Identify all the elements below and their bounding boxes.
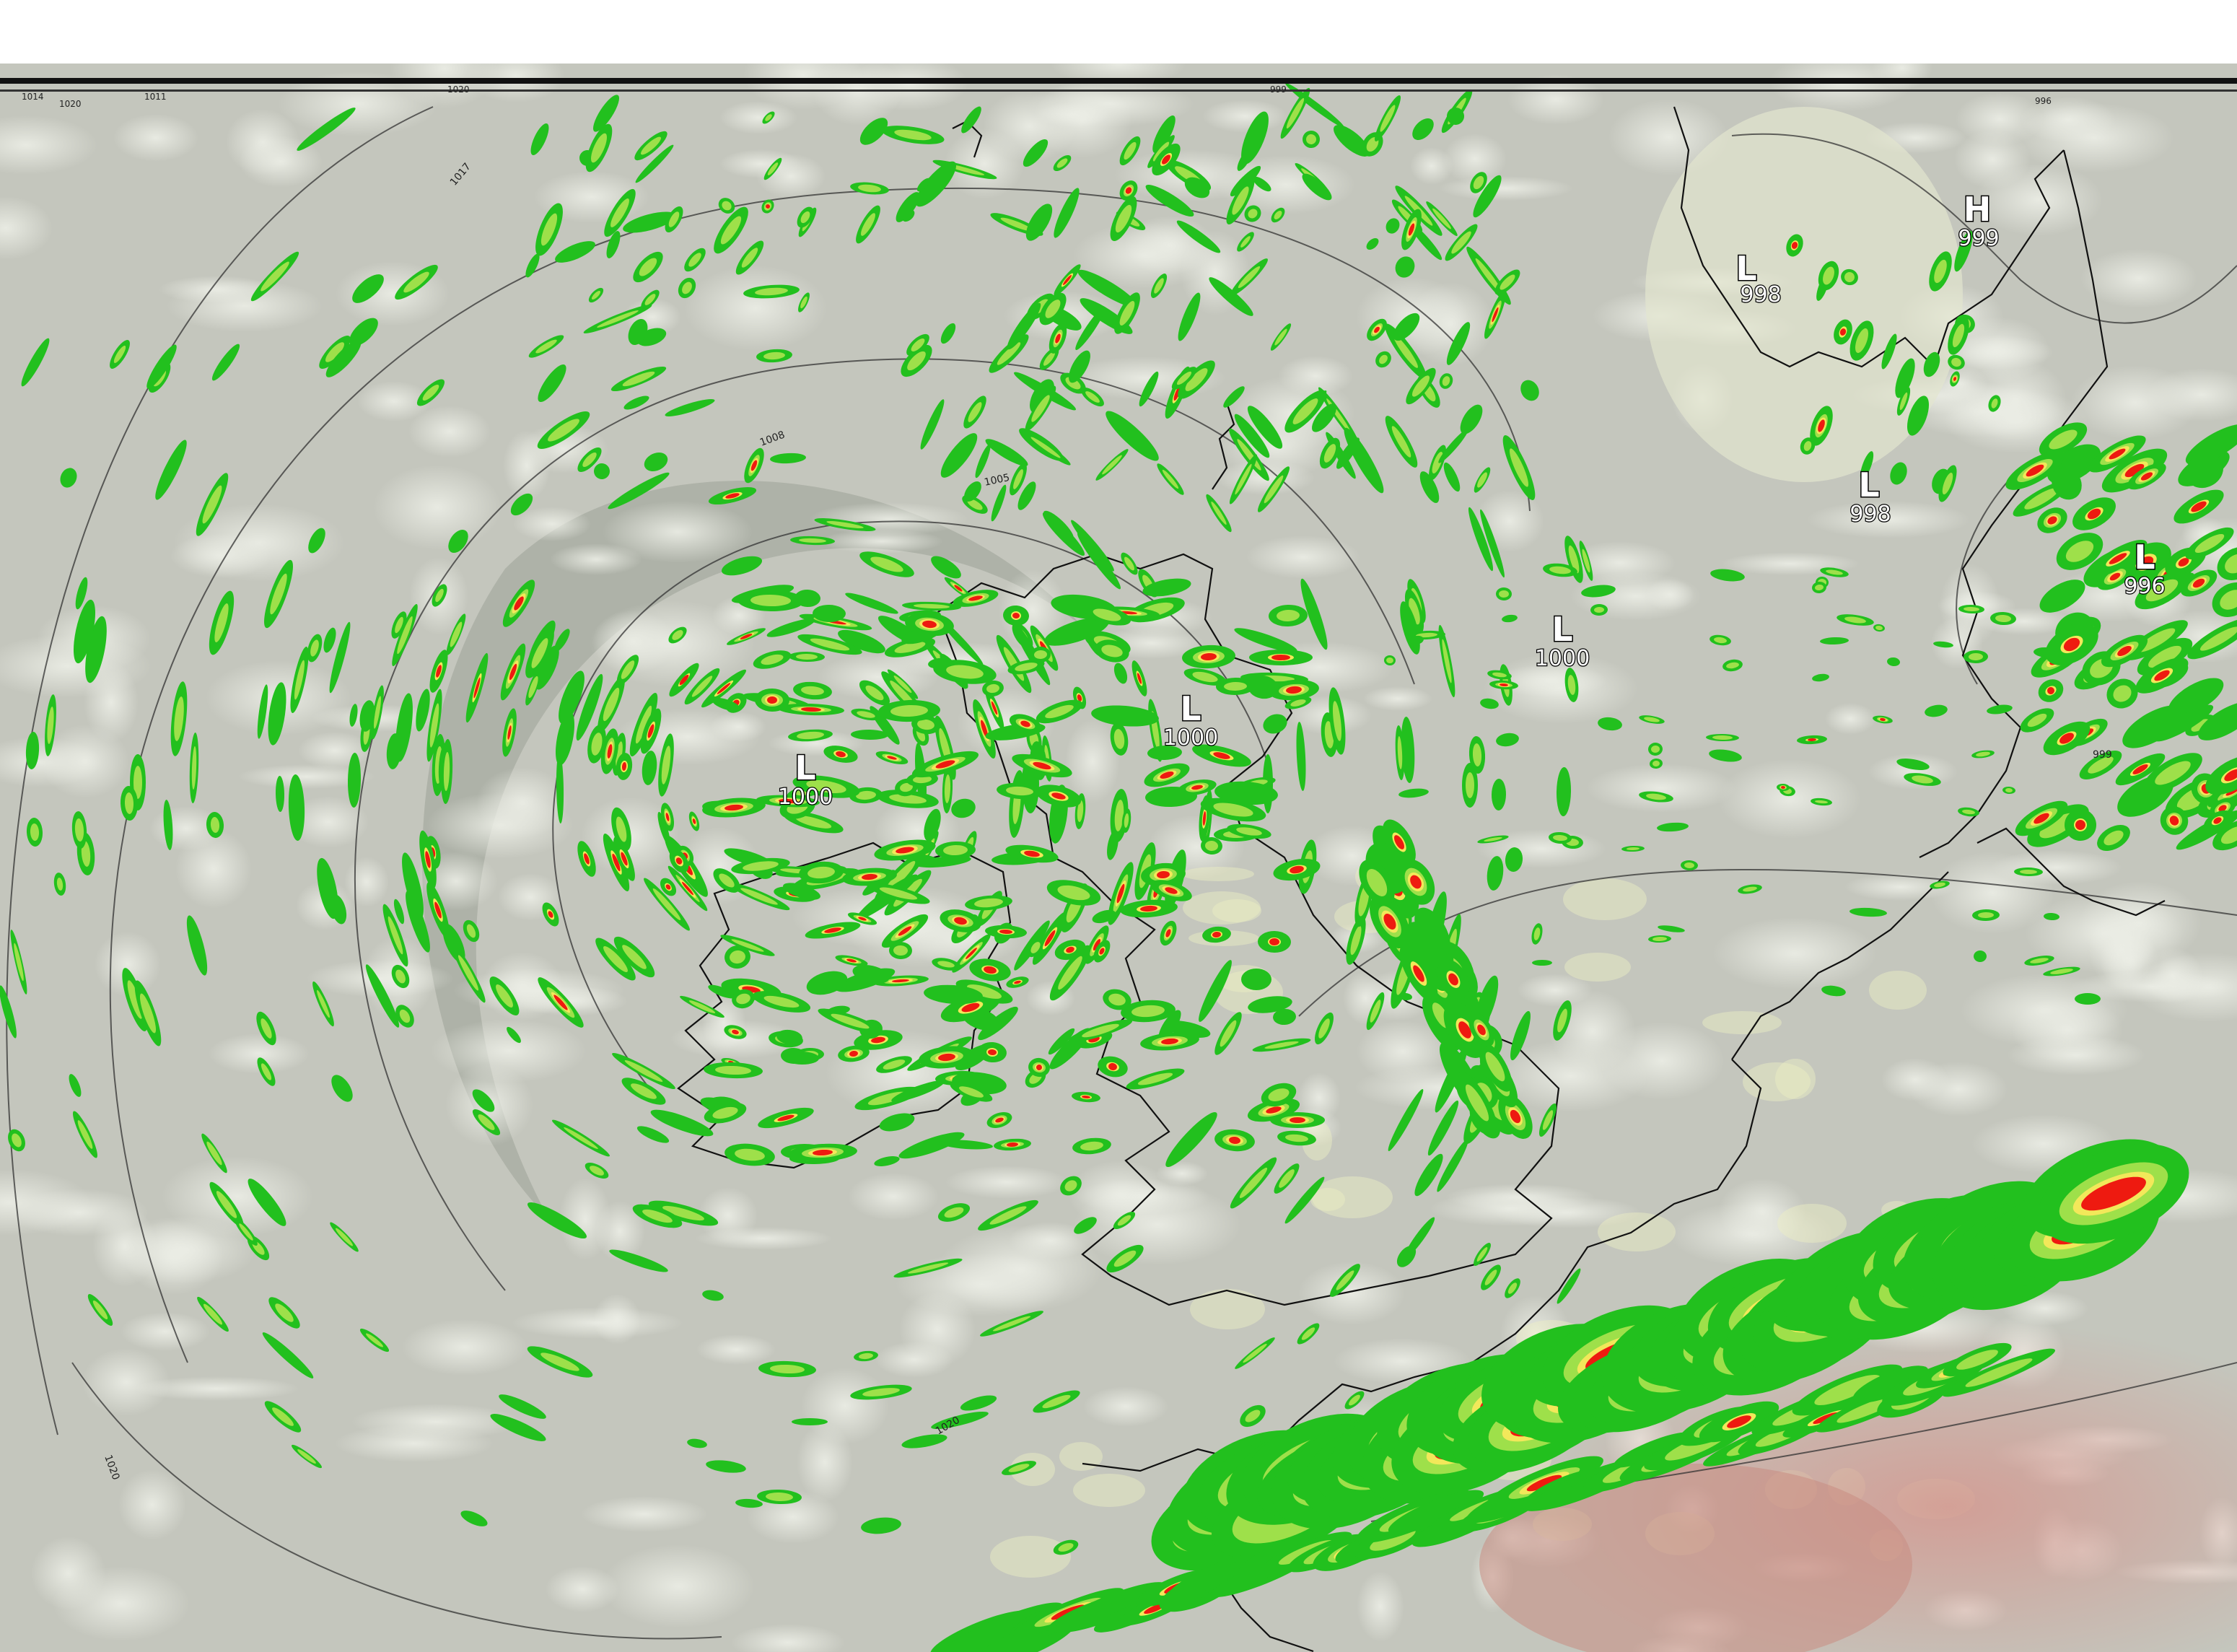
land-patch xyxy=(1777,1204,1847,1243)
top-strip-line-2 xyxy=(0,89,2237,92)
cloud-patch xyxy=(848,1173,939,1220)
pressure-center-letter: L xyxy=(2134,538,2155,577)
pressure-center-value: 999 xyxy=(1958,226,1999,251)
cloud-patch xyxy=(402,1319,527,1376)
precip-cell xyxy=(1532,960,1552,966)
cloud-patch xyxy=(1246,536,1360,579)
cloud-patch xyxy=(797,1422,853,1502)
precip-cell xyxy=(1974,950,1987,962)
pressure-center-letter: H xyxy=(1964,190,1992,229)
land-patch xyxy=(1563,878,1647,920)
cloud-patch xyxy=(82,1348,170,1416)
cloud-patch xyxy=(121,1312,210,1351)
cloud-patch xyxy=(1868,753,1958,790)
land-patch xyxy=(1073,1474,1145,1507)
pressure-center-value: 996 xyxy=(2124,574,2165,599)
cloud-patch xyxy=(175,829,252,909)
land-patch xyxy=(1059,1442,1103,1471)
cloud-patch xyxy=(710,712,766,742)
cloud-patch xyxy=(1645,579,1694,611)
cloud-patch xyxy=(344,857,389,907)
cloud-patch xyxy=(513,507,591,541)
cloud-patch xyxy=(170,533,271,578)
cloud-patch xyxy=(1074,1184,1241,1265)
precip-cell xyxy=(1290,1117,1305,1123)
cloud-patch xyxy=(2014,103,2174,172)
pressure-center-letter: L xyxy=(794,748,815,787)
top-strip-label: 1020 xyxy=(59,99,82,109)
cloud-patch xyxy=(1718,759,1861,839)
pressure-center-letter: L xyxy=(1180,689,1201,728)
cloud-patch xyxy=(118,1469,186,1540)
cloud-patch xyxy=(92,1206,157,1287)
land-patch xyxy=(1564,953,1631,982)
top-strip-label: 1020 xyxy=(447,84,470,95)
land-patch xyxy=(1190,1289,1265,1329)
cloud-patch xyxy=(31,1537,106,1610)
precip-cell xyxy=(2075,993,2101,1005)
pressure-center-value: 1000 xyxy=(778,785,833,810)
precip-cell xyxy=(1271,655,1290,660)
cloud-patch xyxy=(1083,1386,1168,1427)
pressure-center-value: 1000 xyxy=(1163,725,1218,751)
precip-cell xyxy=(792,1418,828,1425)
cloud-patch xyxy=(1825,703,1875,735)
top-strip-line xyxy=(0,78,2237,84)
cloud-patch xyxy=(167,280,323,332)
land-patch xyxy=(1312,1176,1393,1218)
land-patch xyxy=(1743,1062,1811,1101)
cloud-patch xyxy=(113,114,198,162)
cloud-patch xyxy=(695,1227,832,1250)
top-strip-label: 1011 xyxy=(144,92,167,102)
cloud-patch xyxy=(550,543,642,575)
top-strip-label: 996 xyxy=(2035,96,2052,106)
cloud-patch xyxy=(602,1544,755,1628)
cloud-patch xyxy=(351,1404,520,1440)
cloud-patch xyxy=(945,1166,1068,1199)
cloud-patch xyxy=(581,1496,708,1532)
pressure-center-value: 998 xyxy=(1849,502,1891,527)
cloud-patch xyxy=(1363,686,1432,711)
weather-map-svg: 1014 1020 1011 1020 999 996 1017 1008 10… xyxy=(0,64,2237,1652)
cloud-patch xyxy=(1586,764,1736,813)
precip-cell xyxy=(1466,772,1474,798)
cloud-patch xyxy=(820,529,943,554)
land-patch xyxy=(1182,867,1254,881)
pressure-center-value: 998 xyxy=(1740,282,1781,307)
land-patch xyxy=(1702,1011,1782,1034)
cloud-patch xyxy=(2080,249,2197,308)
cloud-patch xyxy=(2007,1035,2145,1075)
cloud-patch xyxy=(696,1334,776,1365)
land-patch xyxy=(990,1536,1071,1578)
pressure-center-letter: L xyxy=(1551,610,1572,649)
cloud-patch xyxy=(1357,1571,1404,1642)
cloud-patch xyxy=(1964,359,2067,441)
cloud-patch xyxy=(1156,1161,1208,1186)
cloud-patch xyxy=(1202,100,1287,133)
top-strip-label: 999 xyxy=(1270,84,1287,95)
land-patch xyxy=(1598,1212,1676,1251)
cloud-patch xyxy=(1712,917,1877,989)
cloud-patch xyxy=(896,1253,1067,1316)
precip-cell xyxy=(1241,969,1271,990)
isobar-label: 999 xyxy=(2093,749,2112,761)
cloud-patch xyxy=(684,266,827,351)
land-patch xyxy=(1869,971,1927,1010)
cloud-patch xyxy=(373,465,502,550)
pressure-center-letter: L xyxy=(1858,466,1879,504)
top-strip-label: 1014 xyxy=(22,92,44,102)
cloud-patch xyxy=(719,149,802,178)
weather-map: 1014 1020 1011 1020 999 996 1017 1008 10… xyxy=(0,64,2237,1652)
pressure-center-value: 1000 xyxy=(1535,646,1590,671)
cloud-patch xyxy=(1881,1058,1949,1101)
land-patch xyxy=(1212,899,1261,922)
cloud-patch xyxy=(1430,1192,1590,1226)
cloud-patch xyxy=(593,1294,641,1345)
cloud-patch xyxy=(426,792,574,859)
